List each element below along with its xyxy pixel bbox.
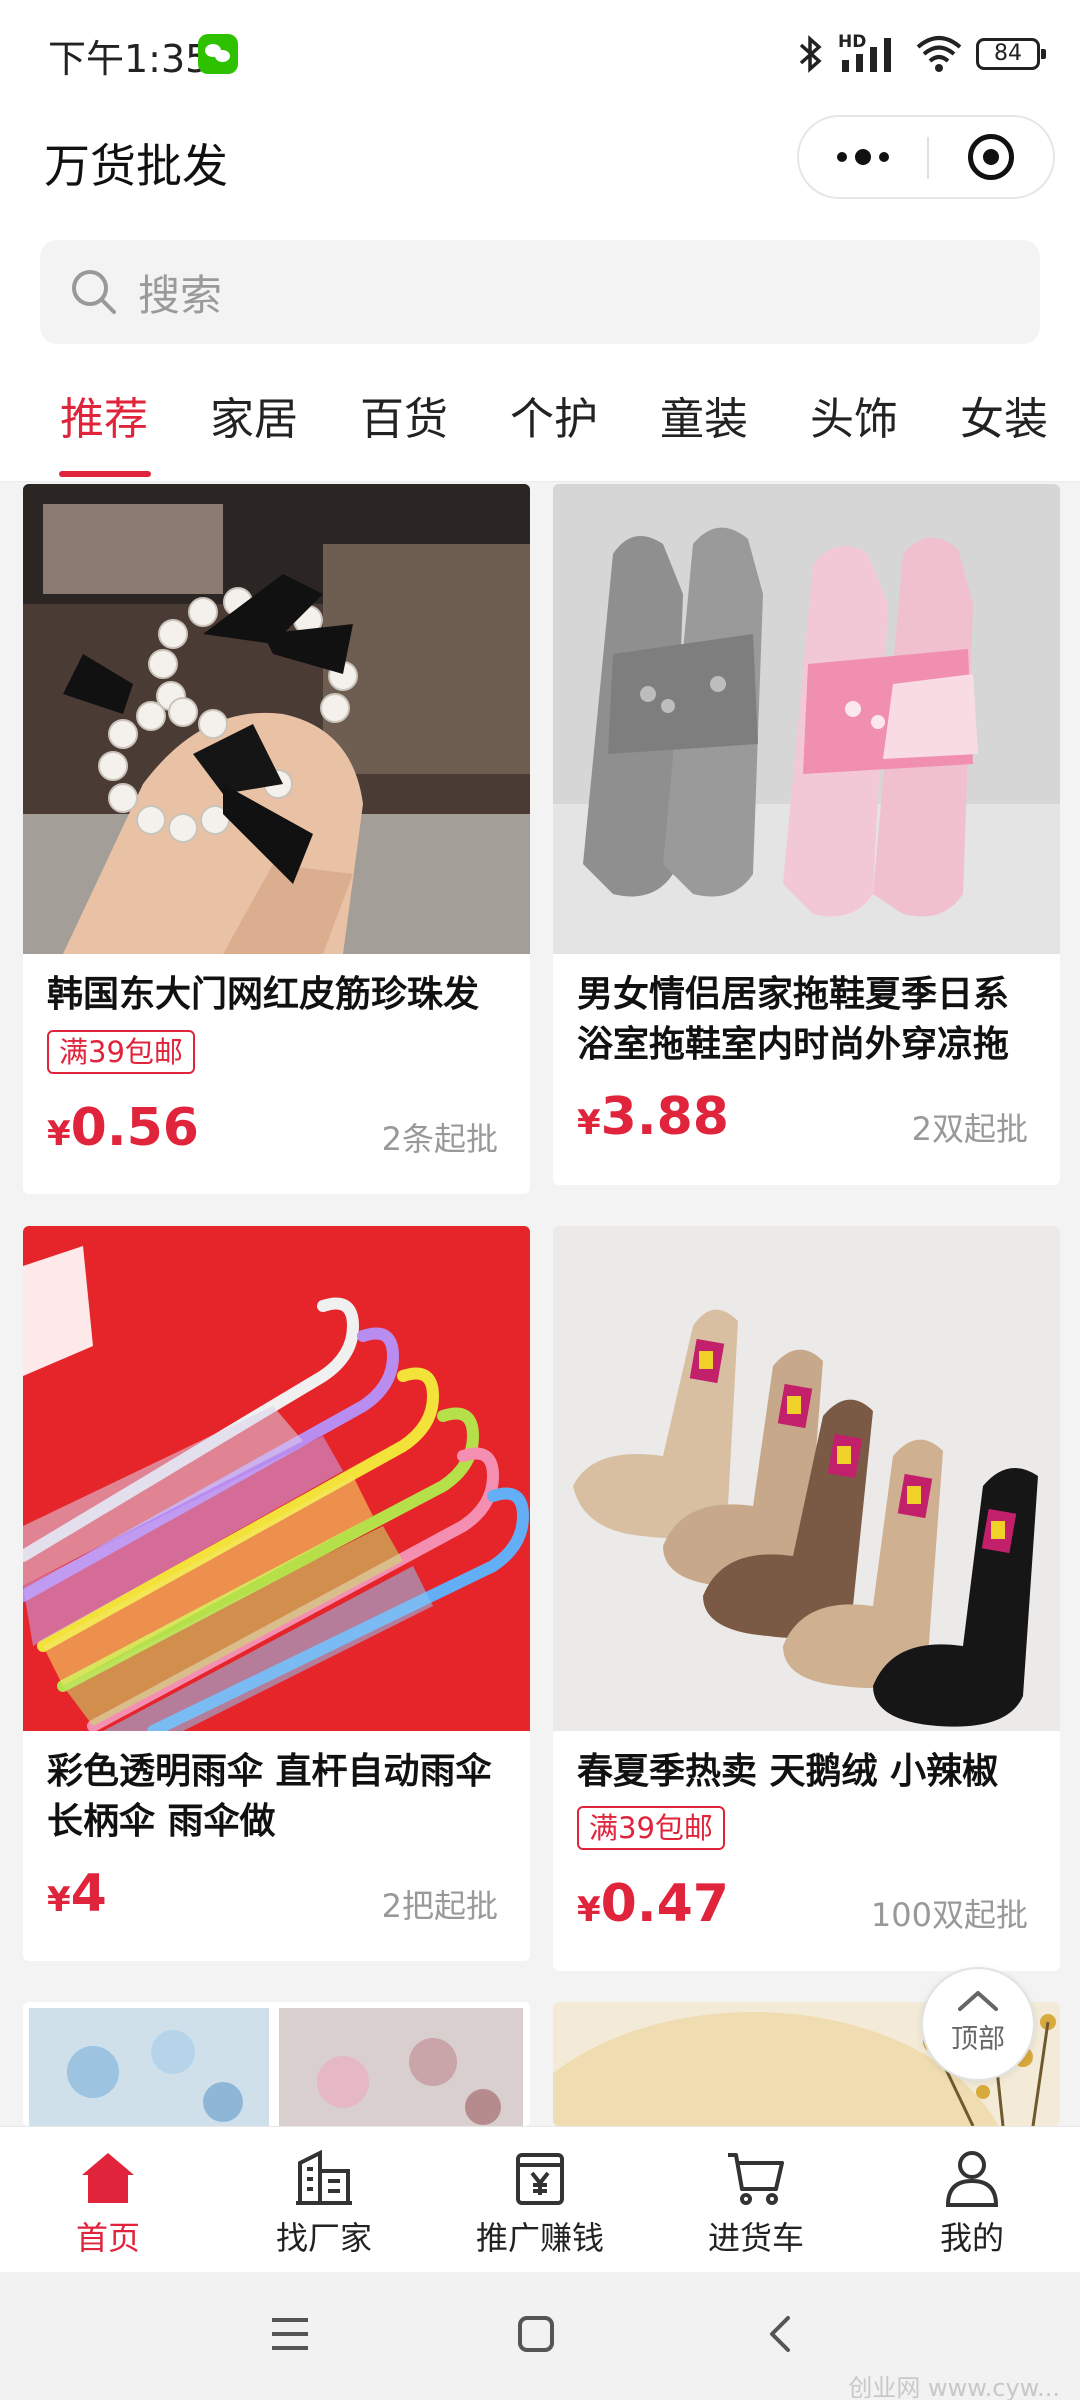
search-icon <box>72 270 116 314</box>
menu-icon[interactable] <box>268 2314 312 2354</box>
price-currency: ¥ <box>47 1880 71 1920</box>
tab-home[interactable]: 家居 <box>179 358 329 481</box>
product-image-umbrellas <box>23 1226 530 1731</box>
back-icon[interactable] <box>766 2314 794 2354</box>
product-card[interactable] <box>23 2002 530 2126</box>
minimum-order: 2双起批 <box>911 1110 1028 1148</box>
status-time: 下午1:35 <box>48 37 210 81</box>
product-name: 彩色透明雨伞 直杆自动雨伞 长柄伞 雨伞做 <box>47 1751 492 1842</box>
back-to-top-button[interactable]: 顶部 <box>921 1967 1035 2081</box>
search-input[interactable]: 搜索 <box>40 240 1040 344</box>
tab-personal-care[interactable]: 个护 <box>479 358 629 481</box>
product-image-hair-clips <box>23 2002 530 2126</box>
app-title: 万货批发 <box>44 139 228 193</box>
product-price: ¥4 <box>47 1864 107 1924</box>
mini-program-header: 万货批发 <box>0 108 1080 228</box>
nav-me[interactable]: 我的 <box>864 2127 1080 2272</box>
nav-promote-earn[interactable]: 推广赚钱 <box>432 2127 648 2272</box>
tab-kids-clothing[interactable]: 童装 <box>629 358 779 481</box>
price-value: 0.47 <box>600 1874 729 1934</box>
chevron-up-icon <box>958 1991 998 2011</box>
wechat-notification-icon <box>198 34 238 74</box>
search-placeholder: 搜索 <box>138 270 223 320</box>
tab-general-goods[interactable]: 百货 <box>329 358 479 481</box>
product-price: ¥0.47 <box>577 1874 729 1934</box>
bottom-tab-bar: 首页 找厂家 推广赚钱 进货车 我的 <box>0 2126 1080 2272</box>
nav-find-factory-label: 找厂家 <box>275 2219 372 2257</box>
price-value: 3.88 <box>600 1087 729 1147</box>
product-card[interactable]: 春夏季热卖 天鹅绒 小辣椒 满39包邮 ¥0.47 100双起批 <box>553 1226 1060 1971</box>
battery-indicator: 84 <box>976 38 1046 70</box>
product-name: 春夏季热卖 天鹅绒 小辣椒 <box>577 1751 999 1792</box>
tab-hair-accessories[interactable]: 头饰 <box>779 358 929 481</box>
status-bar: 下午1:35 HD 84 <box>0 0 1080 108</box>
price-value: 4 <box>70 1864 107 1924</box>
price-currency: ¥ <box>47 1114 71 1154</box>
home-button-icon[interactable] <box>516 2314 556 2354</box>
nav-promote-earn-label: 推广赚钱 <box>475 2219 604 2257</box>
user-icon <box>945 2151 999 2207</box>
signal-icon: HD <box>838 32 902 74</box>
target-icon <box>968 134 1014 180</box>
product-image-velvet-socks <box>553 1226 1060 1731</box>
nav-home-label: 首页 <box>75 2219 140 2257</box>
category-tabs: 推荐 家居 百货 个护 童装 头饰 女装 <box>0 358 1080 482</box>
close-mini-program-button[interactable] <box>929 117 1053 197</box>
nav-find-factory[interactable]: 找厂家 <box>216 2127 432 2272</box>
more-menu-button[interactable] <box>799 117 927 197</box>
bluetooth-icon <box>799 35 822 73</box>
product-card[interactable]: 韩国东大门网红皮筋珍珠发 满39包邮 ¥0.56 2条起批 <box>23 484 530 1194</box>
product-name: 韩国东大门网红皮筋珍珠发 <box>47 974 480 1015</box>
product-image-pearl-hair-ties <box>23 484 530 954</box>
free-shipping-badge: 满39包邮 <box>577 1806 725 1850</box>
nav-home[interactable]: 首页 <box>0 2127 216 2272</box>
back-to-top-label: 顶部 <box>951 2024 1005 2055</box>
nav-cart[interactable]: 进货车 <box>648 2127 864 2272</box>
minimum-order: 100双起批 <box>870 1896 1028 1934</box>
minimum-order: 2把起批 <box>381 1887 498 1925</box>
watermark: 创业网 www.cyw... <box>848 2374 1060 2400</box>
cart-icon <box>728 2153 784 2205</box>
product-price: ¥3.88 <box>577 1087 729 1147</box>
product-name: 男女情侣居家拖鞋夏季日系浴室拖鞋室内时尚外穿凉拖 <box>577 974 1010 1065</box>
factory-icon <box>296 2149 352 2205</box>
free-shipping-badge: 满39包邮 <box>47 1030 195 1074</box>
wifi-icon <box>916 36 962 72</box>
nav-cart-label: 进货车 <box>707 2219 804 2257</box>
minimum-order: 2条起批 <box>381 1120 498 1158</box>
product-price: ¥0.56 <box>47 1098 199 1158</box>
mini-program-capsule <box>797 115 1055 199</box>
tab-womens-clothing[interactable]: 女装 <box>929 358 1079 481</box>
price-currency: ¥ <box>577 1103 601 1143</box>
earn-money-icon <box>516 2153 564 2205</box>
tab-recommended[interactable]: 推荐 <box>29 358 179 481</box>
price-currency: ¥ <box>577 1890 601 1930</box>
product-image-slippers <box>553 484 1060 954</box>
home-icon <box>82 2153 134 2203</box>
search-bar-container: 搜索 <box>0 228 1080 358</box>
price-value: 0.56 <box>70 1098 199 1158</box>
status-icons: HD 84 <box>798 32 1046 76</box>
product-card[interactable]: 男女情侣居家拖鞋夏季日系浴室拖鞋室内时尚外穿凉拖 ¥3.88 2双起批 <box>553 484 1060 1185</box>
product-card[interactable]: 彩色透明雨伞 直杆自动雨伞 长柄伞 雨伞做 ¥4 2把起批 <box>23 1226 530 1961</box>
nav-me-label: 我的 <box>939 2219 1004 2257</box>
